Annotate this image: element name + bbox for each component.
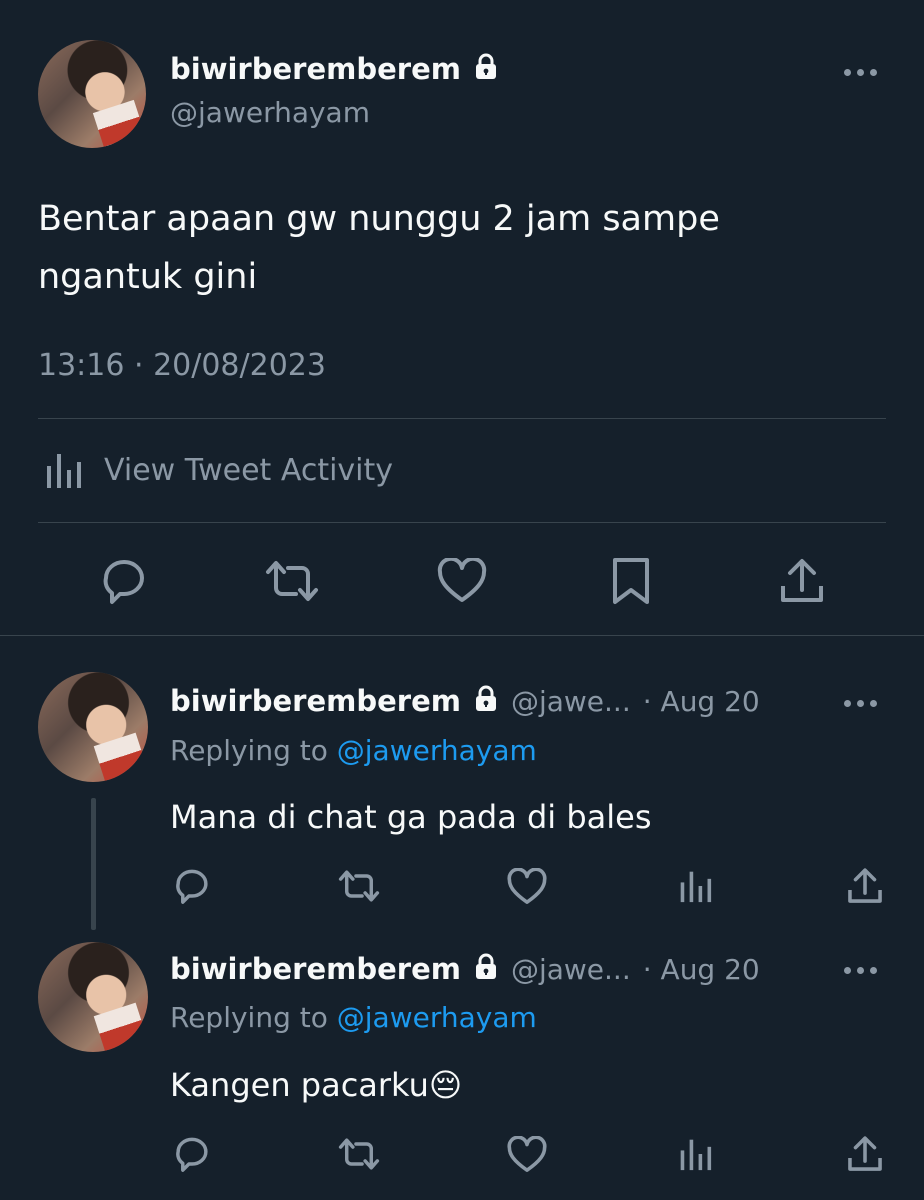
tweet-text: Bentar apaan gw nunggu 2 jam sampe ngant… [38, 190, 720, 306]
tweet-text-line: ngantuk gini [38, 257, 258, 297]
reply-text: Mana di chat ga pada di bales [170, 798, 652, 836]
share-icon[interactable] [846, 1134, 884, 1174]
reply-time[interactable]: · Aug 20 [643, 685, 760, 718]
more-options-icon[interactable] [844, 967, 877, 974]
divider [38, 418, 886, 419]
retweet-icon[interactable] [262, 556, 322, 606]
reply-text: Kangen pacarku😔 [170, 1066, 463, 1104]
tweet-text-line: Bentar apaan gw nunggu 2 jam sampe [38, 199, 720, 239]
replying-to: Replying to @jawerhayam [170, 1001, 537, 1034]
view-activity-row[interactable]: View Tweet Activity [44, 450, 393, 490]
display-name[interactable]: biwirberemberem [170, 52, 461, 86]
more-options-icon[interactable] [844, 69, 877, 76]
reply-icon[interactable] [98, 556, 150, 606]
avatar[interactable] [38, 40, 146, 148]
reply-icon[interactable] [172, 866, 212, 906]
analytics-icon [44, 450, 82, 490]
share-icon[interactable] [846, 866, 884, 906]
avatar[interactable] [38, 942, 148, 1052]
like-icon[interactable] [507, 868, 547, 906]
lock-icon [473, 685, 499, 717]
more-options-icon[interactable] [844, 700, 877, 707]
retweet-icon[interactable] [336, 1134, 382, 1174]
replying-to-link[interactable]: @jawerhayam [337, 734, 537, 767]
reply-time[interactable]: · Aug 20 [643, 953, 760, 986]
replying-to-label: Replying to [170, 1001, 328, 1034]
author-name-row[interactable]: biwirberemberem [170, 52, 499, 86]
reply-header: biwirberemberem @jawe... · Aug 20 [170, 952, 760, 986]
analytics-icon[interactable] [678, 1136, 712, 1172]
like-icon[interactable] [507, 1136, 547, 1174]
display-name[interactable]: biwirberemberem [170, 952, 461, 986]
reply-header: biwirberemberem @jawe... · Aug 20 [170, 684, 760, 718]
lock-icon [473, 953, 499, 985]
share-icon[interactable] [778, 556, 826, 606]
lock-icon [473, 53, 499, 85]
handle[interactable]: @jawe... [511, 953, 631, 986]
view-activity-label[interactable]: View Tweet Activity [104, 453, 393, 488]
bookmark-icon[interactable] [610, 556, 652, 606]
replying-to-label: Replying to [170, 734, 328, 767]
display-name[interactable]: biwirberemberem [170, 684, 461, 718]
like-icon[interactable] [437, 558, 487, 604]
divider [38, 522, 886, 523]
handle[interactable]: @jawerhayam [170, 96, 370, 129]
replying-to-link[interactable]: @jawerhayam [337, 1001, 537, 1034]
reply-icon[interactable] [172, 1134, 212, 1174]
replying-to: Replying to @jawerhayam [170, 734, 537, 767]
thread-line [91, 798, 96, 930]
analytics-icon[interactable] [678, 868, 712, 904]
retweet-icon[interactable] [336, 866, 382, 906]
timestamp[interactable]: 13:16 · 20/08/2023 [38, 348, 326, 383]
divider [0, 635, 924, 636]
avatar[interactable] [38, 672, 148, 782]
handle[interactable]: @jawe... [511, 685, 631, 718]
